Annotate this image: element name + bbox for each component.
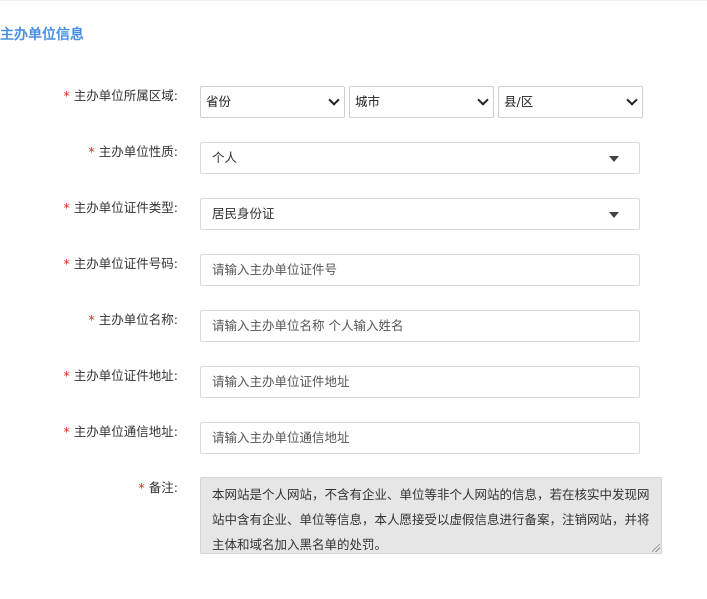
- name-label: * 主办单位名称:: [88, 312, 178, 327]
- top-divider: [0, 0, 707, 1]
- cert-number-input[interactable]: 请输入主办单位证件号: [200, 254, 640, 286]
- cert-address-label: * 主办单位证件地址:: [63, 368, 178, 383]
- province-select[interactable]: 省份: [200, 86, 345, 118]
- mail-address-input[interactable]: 请输入主办单位通信地址: [200, 422, 640, 454]
- nature-select[interactable]: 个人: [200, 142, 640, 174]
- nature-label: * 主办单位性质:: [88, 144, 178, 159]
- chevron-down-icon: [626, 94, 638, 106]
- chevron-down-icon: [477, 94, 489, 106]
- cert-number-placeholder: 请输入主办单位证件号: [212, 262, 338, 277]
- name-placeholder: 请输入主办单位名称 个人输入姓名: [212, 318, 404, 333]
- cert-type-row: * 主办单位证件类型: 居民身份证: [0, 198, 707, 230]
- required-mark: *: [63, 200, 70, 215]
- region-label: * 主办单位所属区域:: [63, 88, 178, 103]
- remark-text: 本网站是个人网站，不含有企业、单位等非个人网站的信息，若在核实中发现网站中含有企…: [212, 487, 650, 552]
- required-mark: *: [88, 144, 95, 159]
- remark-textarea[interactable]: 本网站是个人网站，不含有企业、单位等非个人网站的信息，若在核实中发现网站中含有企…: [200, 477, 662, 554]
- cert-type-select-value: 居民身份证: [212, 206, 275, 221]
- section-title: 主办单位信息: [0, 27, 84, 43]
- resize-handle-icon[interactable]: [652, 544, 660, 552]
- mail-address-placeholder: 请输入主办单位通信地址: [212, 430, 350, 445]
- region-row: * 主办单位所属区域: 省份 城市 县/区: [0, 86, 707, 118]
- province-select-value: 省份: [206, 94, 232, 109]
- mail-address-row: * 主办单位通信地址: 请输入主办单位通信地址: [0, 422, 707, 454]
- caret-down-icon: [609, 156, 619, 162]
- remark-label: * 备注:: [138, 480, 178, 495]
- county-select-value: 县/区: [504, 94, 534, 109]
- required-mark: *: [88, 312, 95, 327]
- chevron-down-icon: [328, 94, 340, 106]
- nature-row: * 主办单位性质: 个人: [0, 142, 707, 174]
- name-input[interactable]: 请输入主办单位名称 个人输入姓名: [200, 310, 640, 342]
- city-select[interactable]: 城市: [349, 86, 494, 118]
- cert-address-input[interactable]: 请输入主办单位证件地址: [200, 366, 640, 398]
- caret-down-icon: [609, 212, 619, 218]
- cert-number-row: * 主办单位证件号码: 请输入主办单位证件号: [0, 254, 707, 286]
- cert-address-row: * 主办单位证件地址: 请输入主办单位证件地址: [0, 366, 707, 398]
- cert-address-placeholder: 请输入主办单位证件地址: [212, 374, 350, 389]
- mail-address-label: * 主办单位通信地址:: [63, 424, 178, 439]
- cert-type-label: * 主办单位证件类型:: [63, 200, 178, 215]
- required-mark: *: [63, 368, 70, 383]
- required-mark: *: [138, 480, 145, 495]
- name-row: * 主办单位名称: 请输入主办单位名称 个人输入姓名: [0, 310, 707, 342]
- county-select[interactable]: 县/区: [498, 86, 643, 118]
- required-mark: *: [63, 424, 70, 439]
- nature-select-value: 个人: [212, 150, 238, 165]
- city-select-value: 城市: [355, 94, 381, 109]
- required-mark: *: [63, 256, 70, 271]
- required-mark: *: [63, 88, 70, 103]
- cert-type-select[interactable]: 居民身份证: [200, 198, 640, 230]
- cert-number-label: * 主办单位证件号码:: [63, 256, 178, 271]
